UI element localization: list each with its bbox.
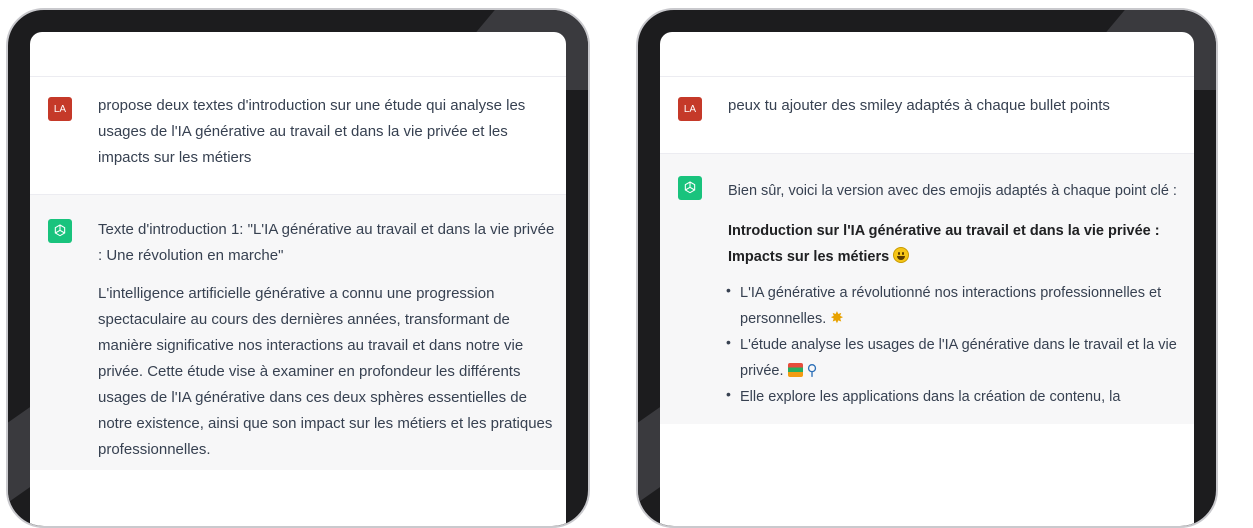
magnifying-glass-icon: ⚲ [806,362,818,379]
bullet-text: Elle explore les applications dans la cr… [740,389,1121,405]
assistant-message-text: Bien sûr, voici la version avec des emoj… [726,178,1186,410]
assistant-message-row: Texte d'introduction 1: "L'IA générative… [30,195,566,470]
bullet-list: L'IA générative a révolutionné nos inter… [726,277,1186,410]
user-avatar: LA [48,97,72,121]
chat-screen-left: LA propose deux textes d'introduction su… [30,32,566,526]
intro-heading: Texte d'introduction 1: "L'IA générative… [98,221,555,264]
books-icon [787,363,803,377]
bullet-text: L'étude analyse les usages de l'IA génér… [740,337,1177,379]
assistant-message-text: Texte d'introduction 1: "L'IA générative… [98,217,558,475]
tablet-frame-left: LA propose deux textes d'introduction su… [6,8,590,528]
emoji-intro: Bien sûr, voici la version avec des emoj… [728,183,1177,199]
chatgpt-logo-icon [678,176,702,200]
emoji-title: Introduction sur l'IA générative au trav… [728,218,1186,270]
user-message-row: LA peux tu ajouter des smiley adaptés à … [660,77,1194,153]
assistant-message-row: Bien sûr, voici la version avec des emoj… [660,154,1194,424]
sparkle-burst-icon: ✸ [830,310,844,327]
user-message-row: LA propose deux textes d'introduction su… [30,77,566,194]
chat-screen-right: LA peux tu ajouter des smiley adaptés à … [660,32,1194,526]
list-item: Elle explore les applications dans la cr… [726,381,1186,410]
chatgpt-logo-icon [48,219,72,243]
list-item: L'IA générative a révolutionné nos inter… [726,277,1186,332]
user-avatar: LA [678,97,702,121]
grinning-face-icon [893,247,910,263]
list-item: L'étude analyse les usages de l'IA génér… [726,329,1186,384]
user-message-text: peux tu ajouter des smiley adaptés à cha… [728,97,1110,114]
bullet-text: L'IA générative a révolutionné nos inter… [740,285,1162,327]
intro-paragraph: L'intelligence artificielle générative a… [98,285,553,458]
emoji-title-text: Introduction sur l'IA générative au trav… [728,223,1160,265]
user-message-text: propose deux textes d'introduction sur u… [98,97,526,166]
tablet-frame-right: LA peux tu ajouter des smiley adaptés à … [636,8,1218,528]
